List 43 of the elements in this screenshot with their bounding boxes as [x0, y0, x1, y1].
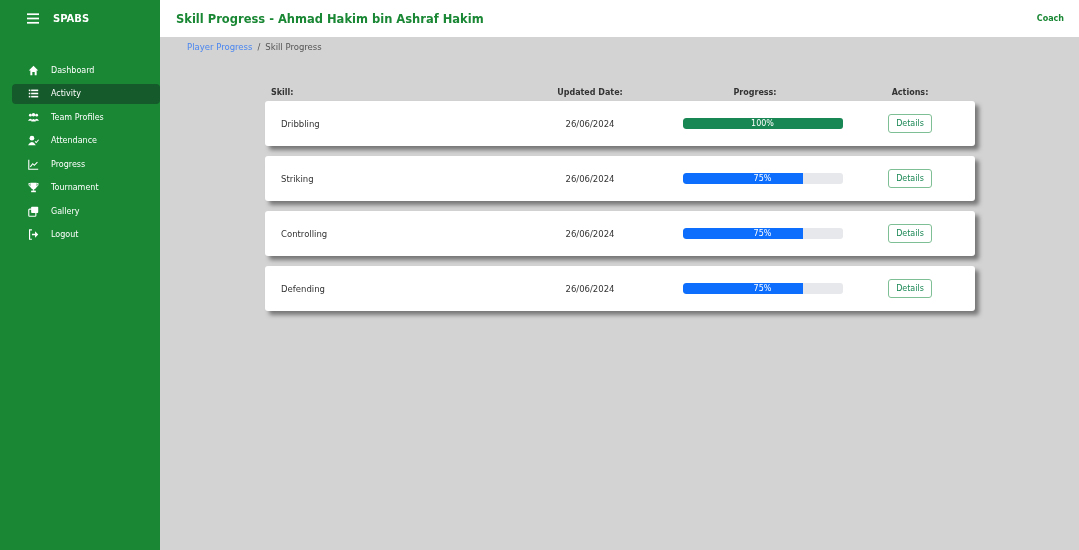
sidebar-item[interactable]: Activity	[12, 83, 160, 104]
skill-name: Controlling	[280, 228, 329, 239]
details-button[interactable]: Details	[888, 113, 932, 133]
sidebar-item[interactable]: Logout	[12, 224, 160, 245]
menu-icon[interactable]	[27, 13, 39, 24]
details-button[interactable]: Details	[888, 223, 932, 243]
breadcrumb-link[interactable]: Player Progress	[187, 42, 253, 52]
line-chart-icon	[28, 158, 39, 170]
column-header: Actions:	[891, 88, 929, 97]
sidebar-item[interactable]: Team Profiles	[12, 107, 160, 127]
brand-name: SPABS	[53, 13, 90, 24]
progress-reading: 75%	[752, 228, 773, 239]
sidebar-item[interactable]: Gallery	[12, 201, 160, 221]
column-header: Updated Date:	[557, 88, 623, 97]
people-icon	[28, 111, 39, 123]
home-icon	[28, 64, 39, 76]
images-icon	[28, 205, 39, 217]
trophy-icon	[28, 182, 39, 193]
sidebar-item[interactable]: Attendance	[12, 130, 160, 151]
page-title: Skill Progress - Ahmad Hakim bin Ashraf Hakim	[176, 11, 484, 26]
sidebar-item[interactable]: Dashboard	[12, 60, 160, 80]
progress-reading: 100%	[750, 118, 775, 129]
breadcrumb-separator: /	[257, 42, 261, 52]
person-check-icon	[28, 135, 39, 146]
details-button[interactable]: Details	[888, 168, 932, 188]
skill-name: Defending	[280, 283, 326, 294]
updated-date: 26/06/2024	[565, 283, 615, 294]
column-header: Progress:	[733, 88, 777, 97]
list-icon	[28, 88, 39, 99]
progress-reading: 75%	[752, 283, 773, 294]
column-header: Skill:	[270, 88, 295, 97]
updated-date: 26/06/2024	[565, 118, 615, 129]
skill-name: Striking	[280, 173, 315, 184]
breadcrumb-current: Skill Progress	[265, 42, 322, 52]
sidebar-item[interactable]: Progress	[12, 154, 160, 174]
logout-icon	[28, 229, 39, 240]
progress-reading: 75%	[752, 173, 773, 184]
details-button[interactable]: Details	[888, 278, 932, 298]
sidebar-item[interactable]: Tournament	[12, 177, 160, 198]
skill-name: Dribbling	[280, 118, 321, 129]
updated-date: 26/06/2024	[565, 228, 615, 239]
user-role: Coach	[1036, 14, 1064, 23]
updated-date: 26/06/2024	[565, 173, 615, 184]
